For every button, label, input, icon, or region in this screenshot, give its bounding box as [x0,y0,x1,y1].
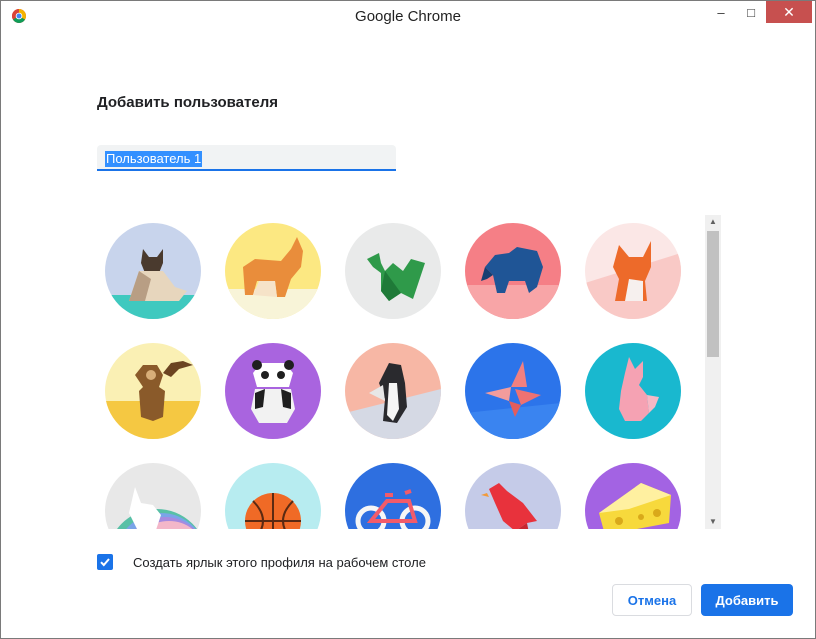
avatar-bird[interactable] [465,463,561,529]
avatar-rabbit[interactable] [585,343,681,439]
chrome-window: Google Chrome – □ ✕ Добавить пользовател… [0,0,816,639]
scroll-thumb[interactable] [707,231,719,357]
rabbit-icon [585,343,681,439]
minimize-button[interactable]: – [707,1,735,23]
close-button[interactable]: ✕ [766,1,812,23]
basketball-icon [225,463,321,529]
cancel-button[interactable]: Отмена [612,584,692,616]
corgi-icon [225,223,321,319]
panda-icon [225,343,321,439]
avatar-bicycle[interactable] [345,463,441,529]
avatar-penguin[interactable] [345,343,441,439]
avatar-grid-scrollbar[interactable]: ▲ ▼ [705,215,721,529]
unicorn-icon [105,463,201,529]
cat-icon [105,223,201,319]
avatar-corgi[interactable] [225,223,321,319]
create-shortcut-label[interactable]: Создать ярлык этого профиля на рабочем с… [133,555,426,570]
avatar-panda[interactable] [225,343,321,439]
avatar-basketball[interactable] [225,463,321,529]
butterfly-icon [465,343,561,439]
add-button[interactable]: Добавить [701,584,793,616]
fox-icon [585,223,681,319]
avatar-elephant[interactable] [465,223,561,319]
window-title: Google Chrome [355,8,461,25]
monkey-icon [105,343,201,439]
avatar-unicorn[interactable] [105,463,201,529]
avatar-cheese[interactable] [585,463,681,529]
dragon-icon [345,223,441,319]
bird-icon [465,463,561,529]
create-shortcut-checkbox[interactable] [97,554,113,570]
avatar-butterfly[interactable] [465,343,561,439]
avatar-cat[interactable] [105,223,201,319]
cheese-icon [585,463,681,529]
avatar-monkey[interactable] [105,343,201,439]
bicycle-icon [345,463,441,529]
scroll-down-arrow-icon[interactable]: ▼ [705,515,721,529]
title-bar: Google Chrome – □ ✕ [1,1,815,32]
penguin-icon [345,343,441,439]
elephant-icon [465,223,561,319]
add-person-dialog: Добавить пользователя Пользователь 1 Пол… [8,32,808,631]
dialog-heading: Добавить пользователя [97,94,278,111]
profile-name-selected-text: Пользователь 1 [105,151,203,167]
checkmark-icon [100,558,110,567]
avatar-dragon[interactable] [345,223,441,319]
scroll-up-arrow-icon[interactable]: ▲ [705,215,721,229]
avatar-grid [97,215,705,529]
maximize-button[interactable]: □ [737,1,765,23]
avatar-fox[interactable] [585,223,681,319]
